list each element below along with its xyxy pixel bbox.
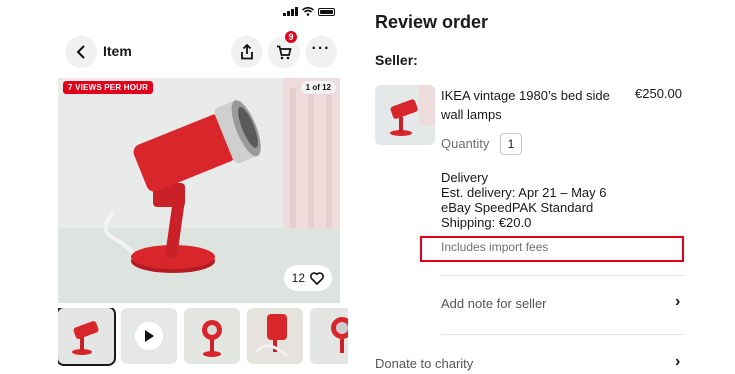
product-price: €250.00 xyxy=(635,86,682,101)
thumbnail-video[interactable] xyxy=(121,308,177,364)
lamp-thumb xyxy=(247,308,303,364)
cart-count-badge: 9 xyxy=(284,30,298,44)
chevron-right-icon[interactable]: › xyxy=(675,293,680,311)
donate-to-charity-link[interactable]: Donate to charity xyxy=(375,356,473,371)
more-options-button[interactable]: ··· xyxy=(305,36,337,68)
like-count: 12 xyxy=(291,271,305,285)
lamp-thumb xyxy=(184,308,240,364)
divider xyxy=(441,334,685,335)
cart-button[interactable]: 9 xyxy=(268,30,300,68)
add-note-for-seller-link[interactable]: Add note for seller xyxy=(441,296,547,311)
page-title: Item xyxy=(103,43,132,59)
watch-button[interactable]: 12 xyxy=(283,265,332,291)
lamp-thumb xyxy=(58,308,114,364)
delivery-heading: Delivery xyxy=(441,170,488,185)
review-order-title: Review order xyxy=(375,12,489,32)
signal-icon xyxy=(283,7,298,16)
item-view-panel: Item 9 ··· 7 VIEWS PER HOUR 1 of 12 12 xyxy=(0,0,372,374)
cart-icon xyxy=(277,45,292,59)
shipping-cost: Shipping: €20.0 xyxy=(441,215,532,230)
share-icon xyxy=(241,44,253,60)
more-icon: ··· xyxy=(311,40,331,57)
estimated-delivery: Est. delivery: Apr 21 – May 6 xyxy=(441,185,607,200)
seller-label: Seller: xyxy=(375,52,418,68)
battery-icon xyxy=(318,8,335,16)
chevron-right-icon[interactable]: › xyxy=(675,353,680,371)
highlight-box xyxy=(420,236,684,262)
product-image[interactable] xyxy=(375,85,435,145)
play-icon xyxy=(145,330,154,342)
lamp-thumb xyxy=(310,308,348,364)
image-counter: 1 of 12 xyxy=(300,81,336,94)
item-main-image[interactable]: 7 VIEWS PER HOUR 1 of 12 12 xyxy=(58,78,340,303)
heart-icon xyxy=(310,271,324,285)
lamp-thumb xyxy=(375,85,435,145)
thumbnail-image[interactable] xyxy=(184,308,240,364)
shipping-service: eBay SpeedPAK Standard xyxy=(441,200,594,215)
divider xyxy=(441,275,685,276)
quantity-label: Quantity xyxy=(441,136,490,151)
delivery-info: Delivery Est. delivery: Apr 21 – May 6 e… xyxy=(441,170,606,230)
play-button[interactable] xyxy=(135,322,163,350)
review-order-panel: Review order Seller: IKEA vintage 1980’s… xyxy=(375,0,735,374)
status-bar xyxy=(283,7,335,16)
views-per-hour-badge: 7 VIEWS PER HOUR xyxy=(63,81,154,94)
thumbnail-strip xyxy=(58,308,348,368)
thumbnail-image[interactable] xyxy=(247,308,303,364)
back-button[interactable] xyxy=(65,36,97,68)
item-header: Item 9 ··· xyxy=(65,30,337,68)
wifi-icon xyxy=(302,7,314,16)
share-button[interactable] xyxy=(231,36,263,68)
thumbnail-image[interactable] xyxy=(58,308,116,366)
product-name[interactable]: IKEA vintage 1980’s bed side wall lamps xyxy=(441,86,611,124)
quantity-field[interactable]: 1 xyxy=(500,133,522,155)
thumbnail-image[interactable] xyxy=(310,308,348,364)
back-icon xyxy=(76,45,85,59)
